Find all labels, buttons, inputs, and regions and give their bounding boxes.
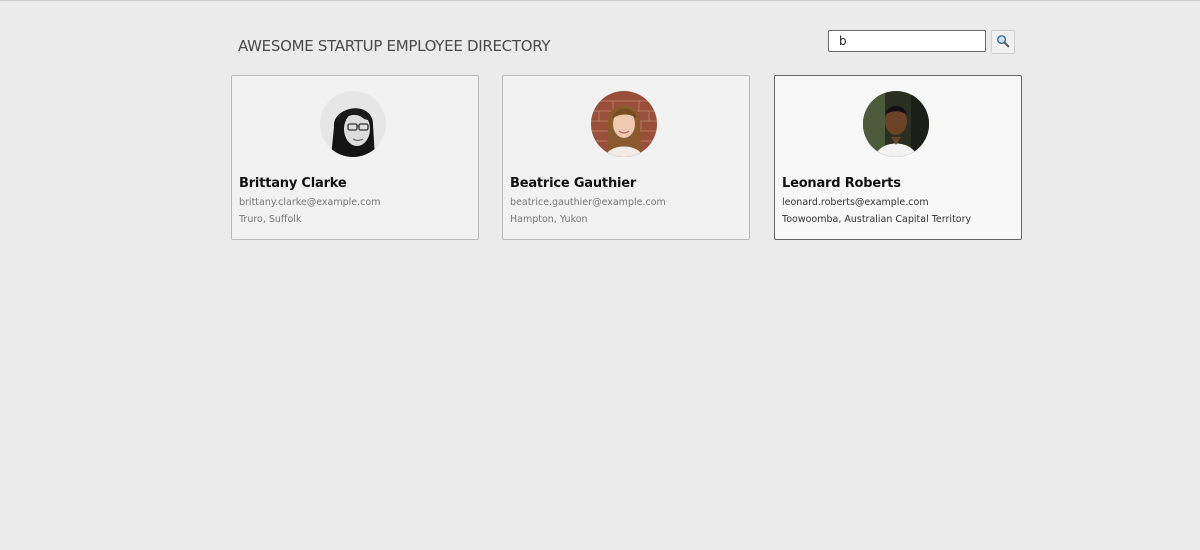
employee-email: beatrice.gauthier@example.com — [510, 197, 666, 208]
employee-location: Toowoomba, Australian Capital Territory — [782, 214, 972, 225]
employee-email: brittany.clarke@example.com — [239, 197, 381, 208]
employee-gallery: Brittany Clarke brittany.clarke@example.… — [231, 75, 1031, 245]
employee-location: Truro, Suffolk — [239, 214, 302, 225]
employee-avatar — [591, 91, 657, 157]
employee-email: leonard.roberts@example.com — [782, 197, 929, 208]
search-input[interactable] — [828, 30, 986, 52]
page-header: AWESOME STARTUP EMPLOYEE DIRECTORY — [238, 30, 1028, 61]
employee-name: Leonard Roberts — [782, 176, 901, 191]
employee-name: Beatrice Gauthier — [510, 176, 637, 191]
page-title: AWESOME STARTUP EMPLOYEE DIRECTORY — [238, 37, 551, 55]
employee-name: Brittany Clarke — [239, 176, 347, 191]
employee-avatar — [320, 91, 386, 157]
employee-card[interactable]: Beatrice Gauthier beatrice.gauthier@exam… — [502, 75, 750, 240]
employee-card[interactable]: Leonard Roberts leonard.roberts@example.… — [774, 75, 1022, 240]
employee-location: Hampton, Yukon — [510, 214, 588, 225]
search-icon — [996, 34, 1010, 51]
employee-avatar — [863, 91, 929, 157]
employee-card[interactable]: Brittany Clarke brittany.clarke@example.… — [231, 75, 479, 240]
search-button[interactable] — [991, 30, 1015, 54]
